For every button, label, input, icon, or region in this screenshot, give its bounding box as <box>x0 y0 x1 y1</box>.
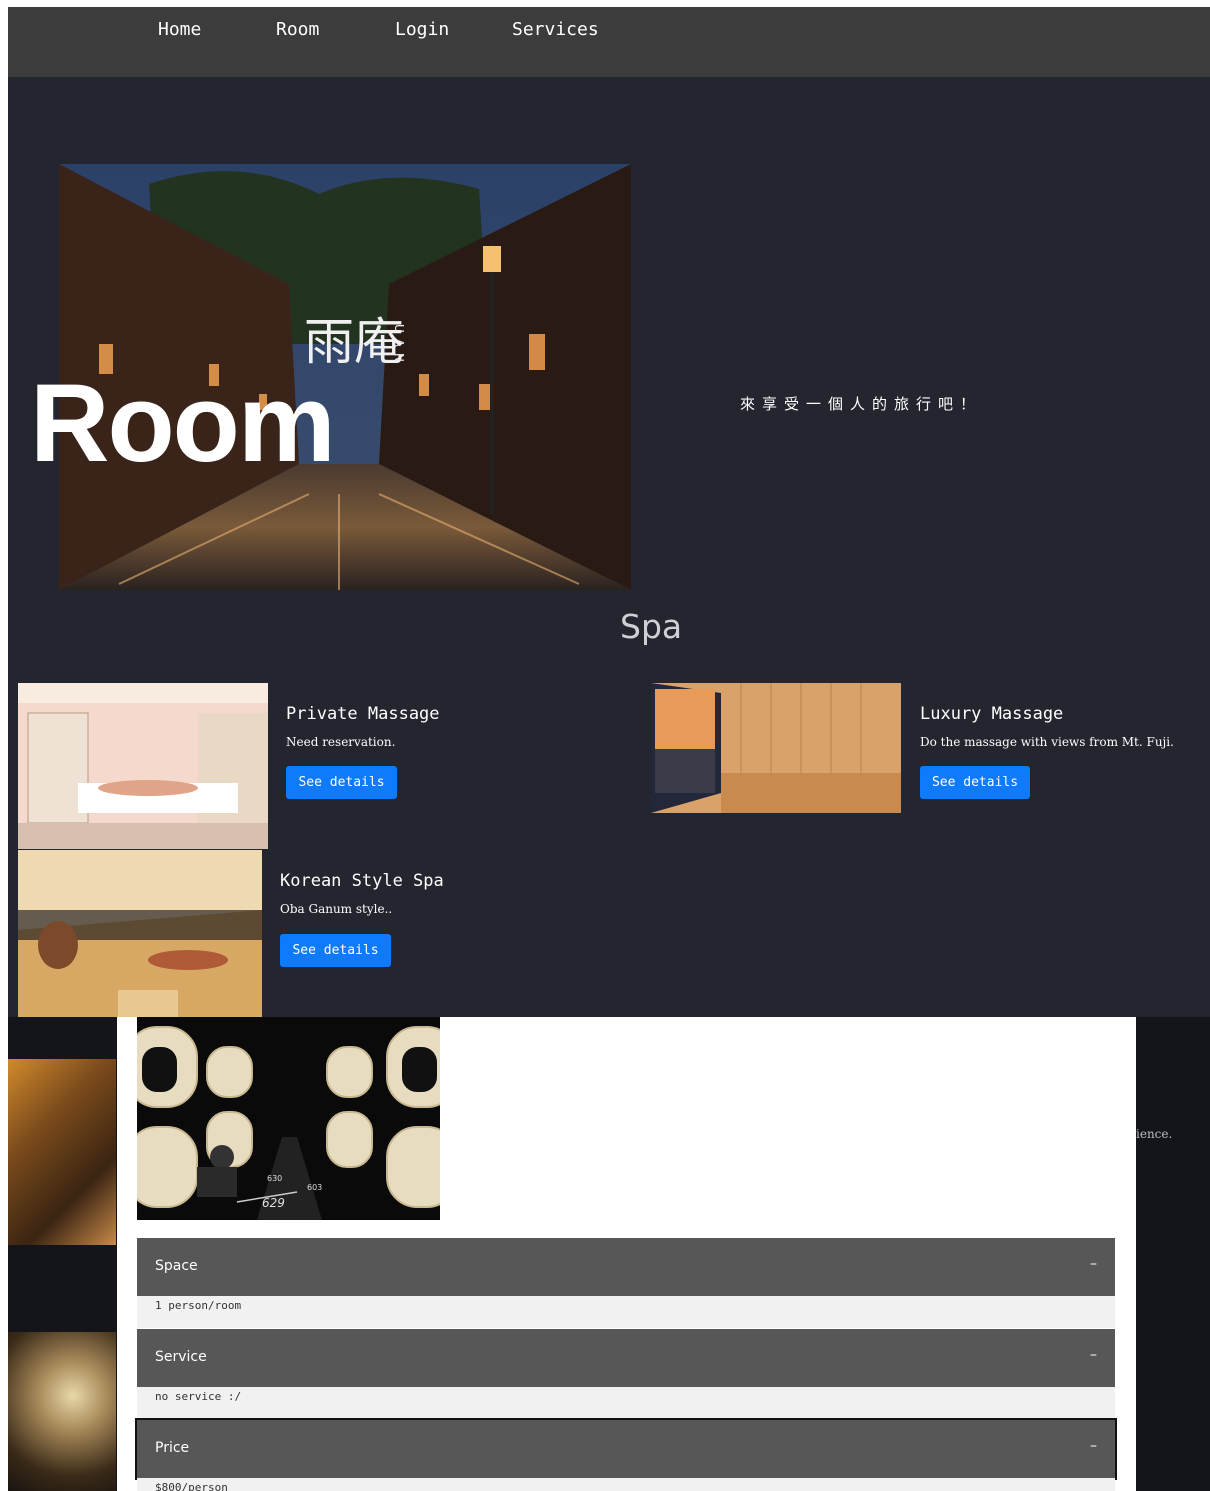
hero-logo-latin: UAN <box>392 324 406 368</box>
card-private-massage: Private Massage Need reservation. See de… <box>18 683 623 849</box>
capsule-number-label: 603 <box>307 1183 322 1192</box>
collapse-icon[interactable]: – <box>1090 1347 1097 1363</box>
korean-spa-illustration <box>18 850 262 1017</box>
massage-room-illustration <box>18 683 268 849</box>
accordion-panel-space: 1 person/room <box>137 1296 1115 1328</box>
room-detail-modal: 629 630 603 Space – 1 person/room Servic… <box>117 1017 1136 1491</box>
capsule-corridor-illustration: 629 630 603 <box>137 1017 440 1220</box>
card-title: Luxury Massage <box>920 704 1064 724</box>
see-details-button[interactable]: See details <box>286 766 397 799</box>
accordion-label: Price <box>155 1440 190 1456</box>
accordion-content: $800/person <box>155 1481 228 1491</box>
nav-home[interactable]: Home <box>158 19 201 40</box>
spa-heading: Spa <box>620 607 683 646</box>
capsule-hotel-image: 629 630 603 <box>137 1017 440 1220</box>
sauna-illustration <box>651 683 901 813</box>
private-massage-image <box>18 683 268 849</box>
nav-room[interactable]: Room <box>276 19 319 40</box>
card-title: Private Massage <box>286 704 440 724</box>
accordion-header-price[interactable]: Price – <box>135 1418 1117 1480</box>
accordion-label: Service <box>155 1349 207 1365</box>
collapse-icon[interactable]: – <box>1090 1438 1097 1454</box>
card-text: Do the massage with views from Mt. Fuji. <box>920 735 1174 749</box>
capsule-thumbnail[interactable] <box>8 1332 116 1491</box>
accordion-header-space[interactable]: Space – <box>137 1238 1115 1296</box>
capsule-number-label: 630 <box>267 1174 282 1183</box>
see-details-button[interactable]: See details <box>280 934 391 967</box>
accordion-header-service[interactable]: Service – <box>137 1329 1115 1387</box>
card-text: Need reservation. <box>286 735 396 749</box>
card-title: Korean Style Spa <box>280 871 444 891</box>
accordion-content: no service :/ <box>155 1390 242 1403</box>
hero-title: Room <box>30 362 336 485</box>
korean-spa-image <box>18 850 262 1017</box>
card-text: Oba Ganum style.. <box>280 902 393 916</box>
nav-login[interactable]: Login <box>395 19 449 40</box>
accordion-panel-price: $800/person <box>137 1478 1115 1491</box>
accordion-panel-service: no service :/ <box>137 1387 1115 1419</box>
hero-caption: 來享受一個人的旅行吧！ <box>740 395 983 413</box>
capsule-number-label: 629 <box>262 1196 285 1210</box>
page-frame: Home Room Login Services 雨庵 UAN Room 來享受… <box>8 7 1210 1491</box>
background-text-fragment: ience. <box>1136 1127 1173 1141</box>
room-thumbnail[interactable] <box>8 1059 116 1245</box>
accordion-label: Space <box>155 1258 198 1274</box>
luxury-massage-image <box>651 683 901 813</box>
top-navbar: Home Room Login Services <box>8 7 1210 77</box>
card-korean-style-spa: Korean Style Spa Oba Ganum style.. See d… <box>18 850 623 1017</box>
card-luxury-massage: Luxury Massage Do the massage with views… <box>651 683 1210 849</box>
see-details-button[interactable]: See details <box>920 766 1030 799</box>
nav-services[interactable]: Services <box>512 19 599 40</box>
collapse-icon[interactable]: – <box>1090 1256 1097 1272</box>
accordion-content: 1 person/room <box>155 1299 242 1312</box>
